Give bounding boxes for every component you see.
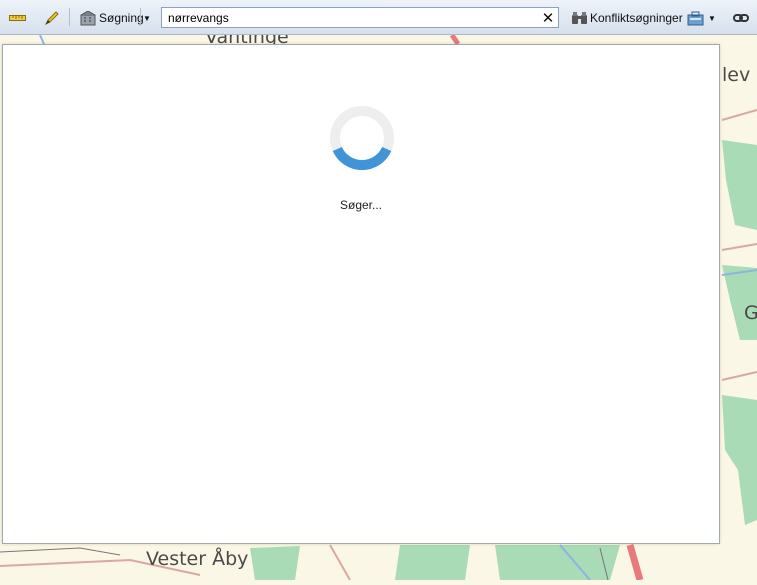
place-label-lev: lev [722,64,751,86]
search-input[interactable] [161,7,559,28]
measure-tool-button[interactable] [8,8,28,28]
loading-spinner-icon [330,106,394,171]
place-label-g: G [744,302,757,324]
toolbar-separator [69,8,70,26]
binoculars-icon [569,8,589,28]
toolbar: Søgning ▼ ✕ Konfliktsøgninger ▼ [0,0,757,35]
toolbox-icon [685,8,705,28]
ruler-icon [8,8,28,28]
toolbox-button[interactable]: ▼ [685,8,716,28]
draw-tool-button[interactable] [42,8,62,28]
place-label-vester-aaby: Vester Åby [146,548,249,570]
loading-text: Søger... [339,198,383,212]
search-menu-button[interactable]: Søgning [78,8,144,28]
building-search-icon [78,8,98,28]
conflict-search-label: Konfliktsøgninger [590,11,683,25]
search-dropdown-arrow[interactable]: ▼ [143,8,151,28]
pencil-icon [42,8,62,28]
toolbar-separator [140,8,141,26]
chevron-down-icon: ▼ [708,13,716,23]
link-icon [731,8,751,28]
clear-search-button[interactable]: ✕ [538,8,558,27]
chevron-down-icon: ▼ [143,13,151,23]
conflict-search-button[interactable]: Konfliktsøgninger [569,8,683,28]
link-button[interactable] [731,8,751,28]
search-menu-label: Søgning [99,11,144,25]
search-results-panel: Søger... [2,44,720,544]
close-icon: ✕ [541,9,555,27]
